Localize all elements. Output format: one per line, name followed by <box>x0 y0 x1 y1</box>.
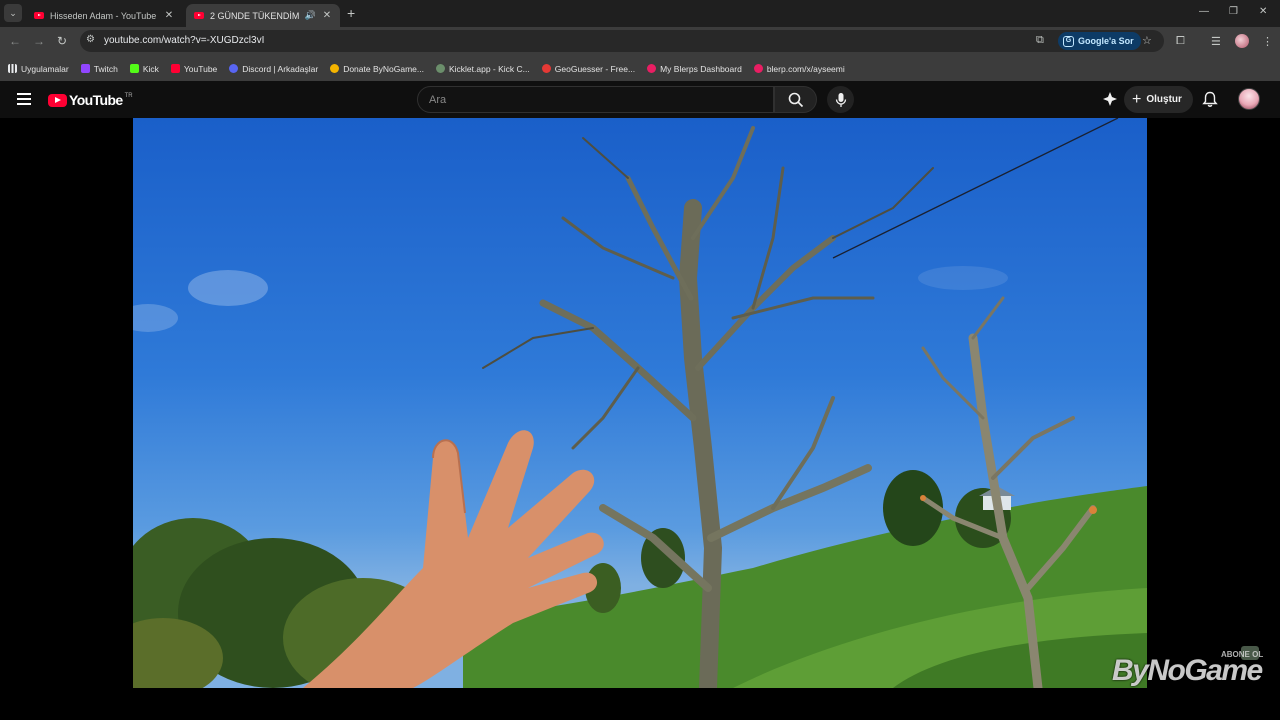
kick-icon <box>129 64 139 73</box>
search-box <box>417 86 774 113</box>
sparkle-icon[interactable] <box>1102 91 1118 107</box>
bynogame-icon <box>330 64 340 73</box>
browser-menu-icon[interactable]: ⋮ <box>1262 35 1273 48</box>
tab-search-button[interactable]: ⌄ <box>4 4 22 22</box>
forward-icon[interactable]: → <box>33 34 45 48</box>
bookmark-label: Donate ByNoGame... <box>343 63 424 74</box>
bookmark-geoguesser[interactable]: GeoGuesser - Free... <box>541 63 636 74</box>
blerp-icon <box>647 64 657 73</box>
notifications-bell-icon[interactable] <box>1202 91 1218 108</box>
youtube-favicon-icon <box>194 12 204 19</box>
country-code: TR <box>124 92 133 99</box>
google-lens-icon: G <box>1063 35 1074 47</box>
youtube-wordmark: YouTube <box>69 92 123 108</box>
tab-title: Hisseden Adam - YouTube <box>50 10 157 21</box>
youtube-logo[interactable]: YouTube TR <box>48 92 133 108</box>
url-text[interactable]: youtube.com/watch?v=-XUGDzcl3vI <box>104 35 264 46</box>
reload-icon[interactable]: ↻ <box>57 34 67 48</box>
bookmark-youtube[interactable]: YouTube <box>170 63 218 74</box>
twitch-icon <box>80 64 90 73</box>
bookmark-twitch[interactable]: Twitch <box>80 63 118 74</box>
create-label: Oluştur <box>1146 94 1182 105</box>
discord-icon <box>229 64 239 73</box>
google-ask-button[interactable]: G Google'a Sor <box>1058 32 1141 50</box>
search-icon <box>788 92 803 107</box>
bookmark-kicklet[interactable]: Kicklet.app - Kick C... <box>435 63 530 74</box>
bookmark-label: blerp.com/x/ayseemi <box>766 63 845 74</box>
search-button[interactable] <box>774 86 817 113</box>
bookmark-label: YouTube <box>183 63 218 74</box>
video-player[interactable]: ByNoGame ABONE OL <box>0 118 1280 720</box>
bynogame-watermark: ByNoGame <box>1112 654 1263 688</box>
bookmark-donate-bynogame[interactable]: Donate ByNoGame... <box>330 64 424 74</box>
bookmark-label: Kicklet.app - Kick C... <box>448 63 530 74</box>
bookmark-blerps-dashboard[interactable]: My Blerps Dashboard <box>647 64 742 74</box>
youtube-icon <box>170 64 180 73</box>
tab-close-icon[interactable]: ✕ <box>164 10 174 21</box>
youtube-play-icon <box>48 93 67 107</box>
restore-icon[interactable]: ❐ <box>1229 6 1238 17</box>
bookmark-label: Twitch <box>93 63 118 74</box>
user-avatar[interactable] <box>1238 88 1260 110</box>
create-button[interactable]: + Oluştur <box>1124 86 1193 113</box>
video-frame[interactable] <box>133 118 1147 688</box>
search-input[interactable] <box>418 87 773 112</box>
new-tab-button[interactable]: + <box>347 5 355 21</box>
back-icon[interactable]: ← <box>9 34 21 48</box>
browser-profile-avatar[interactable] <box>1235 34 1249 48</box>
browser-tab-strip: ⌄ Hisseden Adam - YouTube ✕ 2 GÜNDE TÜKE… <box>0 0 1280 27</box>
apps-grid-icon <box>8 64 17 73</box>
address-bar[interactable]: ⚙ youtube.com/watch?v=-XUGDzcl3vI ⧉ G Go… <box>80 30 1164 52</box>
youtube-header: YouTube TR + Oluştur <box>0 81 1280 118</box>
google-ask-label: Google'a Sor <box>1078 36 1134 46</box>
site-info-icon[interactable]: ⚙ <box>86 34 95 45</box>
bookmark-discord[interactable]: Discord | Arkadaşlar <box>229 64 318 74</box>
kicklet-icon <box>435 64 445 73</box>
minimize-icon[interactable]: — <box>1199 6 1209 17</box>
subscribe-watermark-label: ABONE OL <box>1221 650 1264 659</box>
tab-title: 2 GÜNDE TÜKENDİM Mİ? D <box>210 10 301 21</box>
tab-active-video[interactable]: 2 GÜNDE TÜKENDİM Mİ? D 🔊 ✕ <box>186 4 340 27</box>
plus-icon: + <box>1132 90 1142 108</box>
voice-search-button[interactable] <box>827 86 854 113</box>
browser-toolbar: ← → ↻ ⚙ youtube.com/watch?v=-XUGDzcl3vI … <box>0 27 1280 56</box>
bookmark-label: Uygulamalar <box>21 63 69 74</box>
bookmark-star-icon[interactable]: ☆ <box>1142 34 1152 47</box>
install-app-icon[interactable]: ⧉ <box>1036 34 1044 47</box>
blerp-icon <box>753 64 763 73</box>
bookmarks-bar: Uygulamalar Twitch Kick YouTube Discord … <box>0 56 1280 81</box>
menu-icon[interactable] <box>17 93 31 105</box>
bookmark-blerp-ayseemi[interactable]: blerp.com/x/ayseemi <box>753 63 845 74</box>
tab-hisseden-adam[interactable]: Hisseden Adam - YouTube ✕ <box>26 4 182 27</box>
tab-close-icon[interactable]: ✕ <box>322 10 332 21</box>
bookmark-label: Discord | Arkadaşlar <box>242 63 319 74</box>
extensions-icon[interactable]: ⧠ <box>1176 35 1185 48</box>
bookmark-label: My Blerps Dashboard <box>660 63 742 74</box>
bookmark-label: Kick <box>142 63 159 74</box>
bookmark-apps[interactable]: Uygulamalar <box>8 64 69 74</box>
microphone-icon <box>835 92 846 107</box>
geoguesser-icon <box>541 64 551 73</box>
video-scene-illustration <box>133 118 1147 688</box>
bookmark-label: GeoGuesser - Free... <box>554 63 636 74</box>
media-control-icon[interactable]: ☰ <box>1211 35 1221 48</box>
youtube-favicon-icon <box>34 12 44 19</box>
bookmark-kick[interactable]: Kick <box>129 63 159 74</box>
close-window-icon[interactable]: ✕ <box>1259 6 1267 17</box>
speaker-icon[interactable]: 🔊 <box>305 10 316 21</box>
